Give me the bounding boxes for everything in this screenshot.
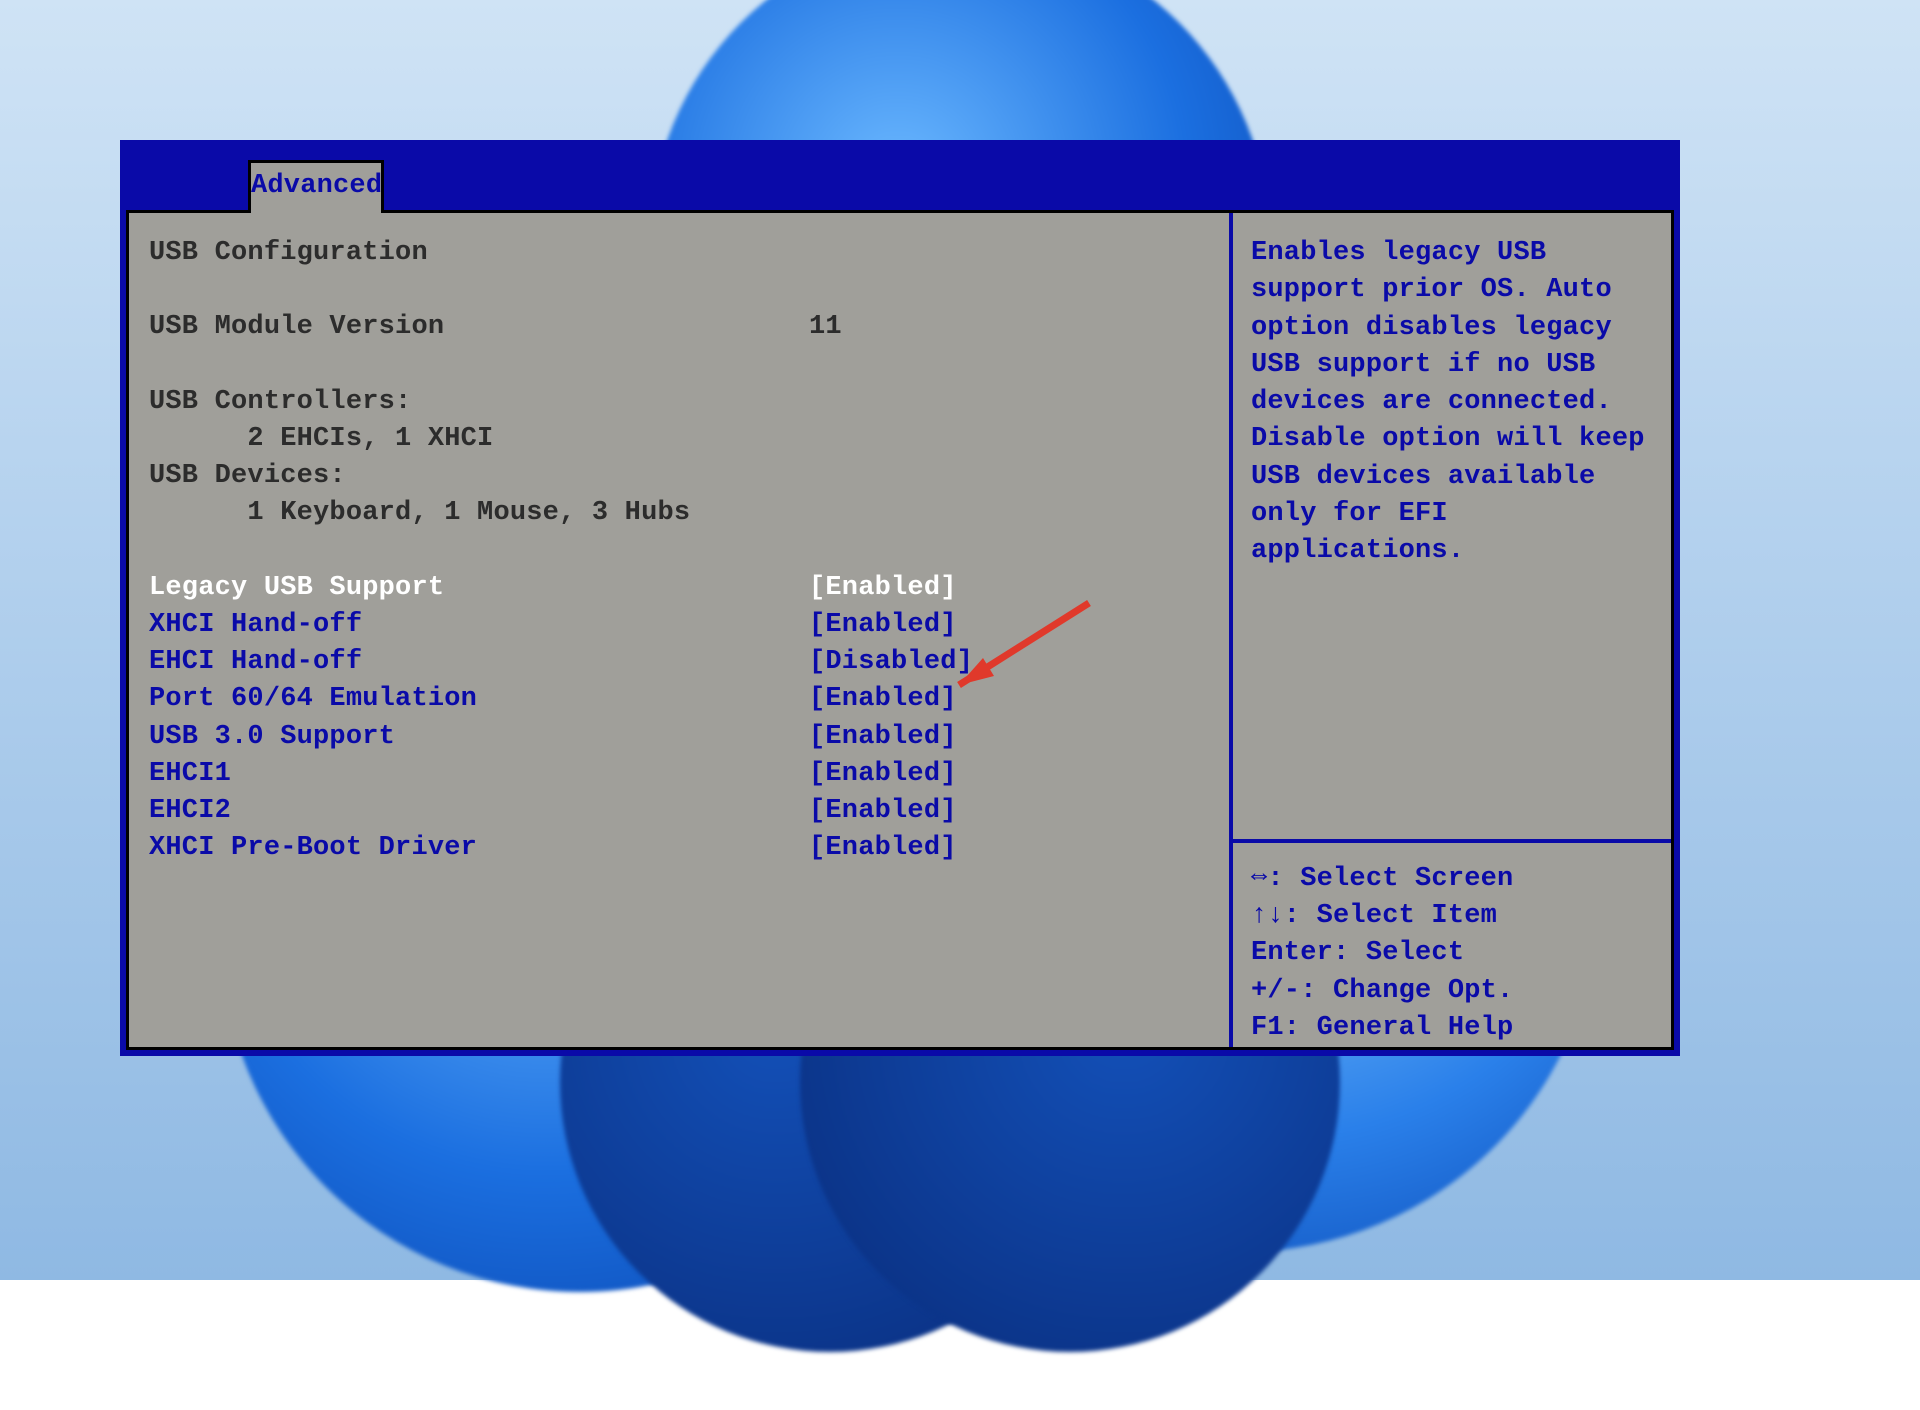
option-legacy-usb-support[interactable]: Legacy USB Support[Enabled] (149, 570, 1211, 607)
option-ehci1[interactable]: EHCI1[Enabled] (149, 756, 1211, 793)
option-label: USB 3.0 Support (149, 719, 809, 756)
usb-devices-label: USB Devices: (149, 458, 809, 495)
option-ehci2[interactable]: EHCI2[Enabled] (149, 793, 1211, 830)
section-title: USB Configuration (149, 235, 809, 272)
option-value: [Enabled] (809, 830, 957, 867)
option-label: Legacy USB Support (149, 570, 809, 607)
option-ehci-hand-off[interactable]: EHCI Hand-off[Disabled] (149, 644, 1211, 681)
bios-window: Advanced USB Configuration USB Module Ve… (120, 140, 1680, 1058)
option-value: [Enabled] (809, 719, 957, 756)
bios-settings-panel: USB Configuration USB Module Version 11 … (129, 213, 1233, 1047)
option-value: [Enabled] (809, 607, 957, 644)
nav-hint: ↑↓: Select Item (1251, 898, 1653, 935)
option-port-60-64-emulation[interactable]: Port 60/64 Emulation[Enabled] (149, 681, 1211, 718)
nav-hint: +/-: Change Opt. (1251, 973, 1653, 1010)
bios-help-panel: Enables legacy USB support prior OS. Aut… (1233, 213, 1671, 1047)
usb-module-version-value: 11 (809, 309, 842, 346)
option-label: XHCI Pre-Boot Driver (149, 830, 809, 867)
tab-advanced[interactable]: Advanced (248, 160, 384, 213)
option-label: XHCI Hand-off (149, 607, 809, 644)
nav-hint: F1: General Help (1251, 1010, 1653, 1047)
bios-tab-bar: Advanced (120, 140, 1680, 210)
usb-controllers-label: USB Controllers: (149, 384, 809, 421)
option-label: EHCI1 (149, 756, 809, 793)
usb-module-version-label: USB Module Version (149, 309, 809, 346)
option-value: [Enabled] (809, 756, 957, 793)
option-xhci-pre-boot-driver[interactable]: XHCI Pre-Boot Driver[Enabled] (149, 830, 1211, 867)
help-text: Enables legacy USB support prior OS. Aut… (1251, 235, 1653, 570)
option-value: [Disabled] (809, 644, 973, 681)
option-usb-3-0-support[interactable]: USB 3.0 Support[Enabled] (149, 719, 1211, 756)
nav-hint: Enter: Select (1251, 935, 1653, 972)
option-label: EHCI2 (149, 793, 809, 830)
usb-controllers-value: 2 EHCIs, 1 XHCI (149, 421, 809, 458)
option-value: [Enabled] (809, 570, 957, 607)
option-value: [Enabled] (809, 793, 957, 830)
option-label: EHCI Hand-off (149, 644, 809, 681)
nav-hint: ⇔: Select Screen (1251, 861, 1653, 898)
option-label: Port 60/64 Emulation (149, 681, 809, 718)
nav-hints: ⇔: Select Screen↑↓: Select ItemEnter: Se… (1233, 839, 1671, 1047)
usb-devices-value: 1 Keyboard, 1 Mouse, 3 Hubs (149, 495, 809, 532)
option-xhci-hand-off[interactable]: XHCI Hand-off[Enabled] (149, 607, 1211, 644)
option-value: [Enabled] (809, 681, 957, 718)
